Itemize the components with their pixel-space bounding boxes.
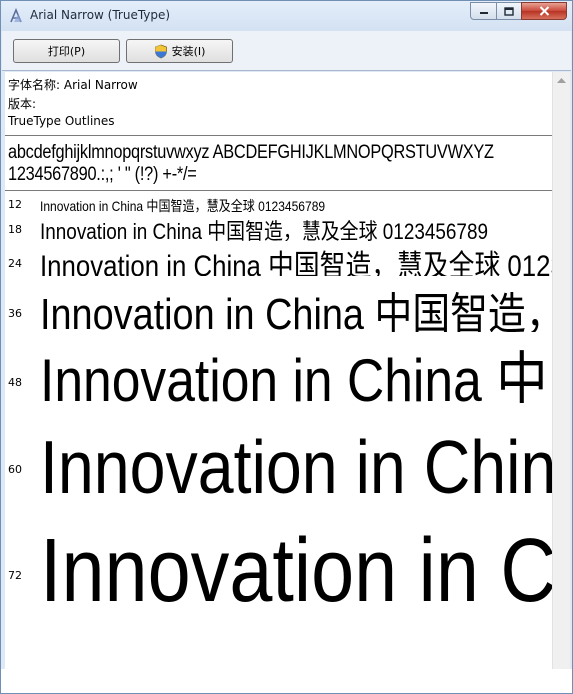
maximize-button[interactable] bbox=[496, 2, 522, 20]
charset-digits: 1234567890.:,; ' " (!?) +-*/= bbox=[8, 164, 197, 185]
toolbar: 打印(P) 安装(I) bbox=[2, 31, 571, 71]
print-button-label: 打印(P) bbox=[47, 45, 86, 58]
scroll-up-arrow-icon[interactable] bbox=[556, 76, 567, 84]
divider bbox=[5, 190, 552, 191]
font-preview-area[interactable]: 字体名称: Arial Narrow 版本: TrueType Outlines… bbox=[5, 72, 552, 669]
font-version-line: 版本: bbox=[8, 97, 37, 111]
sample-text: Innovation in China 中国智造，慧及全球 0123456789 bbox=[40, 347, 552, 403]
caption-buttons bbox=[470, 2, 567, 21]
close-icon bbox=[539, 6, 549, 16]
sample-size-label: 24 bbox=[8, 257, 22, 270]
minimize-button[interactable] bbox=[470, 2, 497, 20]
window-bottom-edge bbox=[1, 669, 572, 693]
sample-text: Innovation in China 中国智造，慧及全球 0123456789 bbox=[40, 250, 552, 276]
maximize-icon bbox=[504, 6, 514, 16]
font-type-line: TrueType Outlines bbox=[8, 114, 115, 128]
sample-row: 18 Innovation in China 中国智造，慧及全球 0123456… bbox=[5, 213, 552, 241]
sample-text: Innovation in China 中国智造，慧及全球 0123456789 bbox=[40, 219, 489, 241]
sample-row: 72 Innovation in China 中国智造，慧及全球 0123456… bbox=[5, 495, 552, 610]
sample-size-label: 60 bbox=[8, 463, 22, 476]
charset-letters: abcdefghijklmnopqrstuvwxyz ABCDEFGHIJKLM… bbox=[8, 142, 494, 163]
font-viewer-window: Arial Narrow (TrueType) 打印(P) 安装(I) 字体名称… bbox=[0, 0, 573, 694]
sample-text: Innovation in China 中国智造，慧及全球 0123456789 bbox=[40, 198, 326, 214]
sample-text: Innovation in China 中国智造，慧及全球 0123456789 bbox=[40, 521, 552, 610]
sample-row: 24 Innovation in China 中国智造，慧及全球 0123456… bbox=[5, 240, 552, 276]
divider bbox=[5, 135, 552, 136]
uac-shield-icon bbox=[154, 44, 167, 58]
sample-size-label: 18 bbox=[8, 223, 22, 236]
sample-text: Innovation in China 中国智造，慧及全球 0123456789 bbox=[40, 425, 552, 496]
sample-size-label: 36 bbox=[8, 307, 22, 320]
font-file-icon bbox=[10, 8, 22, 23]
install-button[interactable]: 安装(I) bbox=[126, 39, 233, 63]
sample-size-label: 48 bbox=[8, 376, 22, 389]
install-button-label: 安装(I) bbox=[171, 45, 206, 58]
sample-row: 60 Innovation in China 中国智造，慧及全球 0123456… bbox=[5, 404, 552, 496]
window-title: Arial Narrow (TrueType) bbox=[30, 8, 171, 22]
print-button[interactable]: 打印(P) bbox=[13, 39, 120, 63]
sample-text: Innovation in China 中国智造，慧及全球 0123456789 bbox=[40, 290, 552, 332]
vertical-scrollbar[interactable] bbox=[552, 72, 570, 669]
minimize-icon bbox=[479, 12, 488, 14]
sample-row: 36 Innovation in China 中国智造，慧及全球 0123456… bbox=[5, 276, 552, 332]
sample-row: 12 Innovation in China 中国智造，慧及全球 0123456… bbox=[5, 194, 552, 214]
sample-size-label: 12 bbox=[8, 198, 22, 211]
font-name-line: 字体名称: Arial Narrow bbox=[8, 78, 138, 92]
title-bar[interactable]: Arial Narrow (TrueType) bbox=[1, 1, 572, 31]
close-button[interactable] bbox=[521, 2, 567, 20]
sample-size-label: 72 bbox=[8, 569, 22, 582]
sample-row: 48 Innovation in China 中国智造，慧及全球 0123456… bbox=[5, 331, 552, 403]
